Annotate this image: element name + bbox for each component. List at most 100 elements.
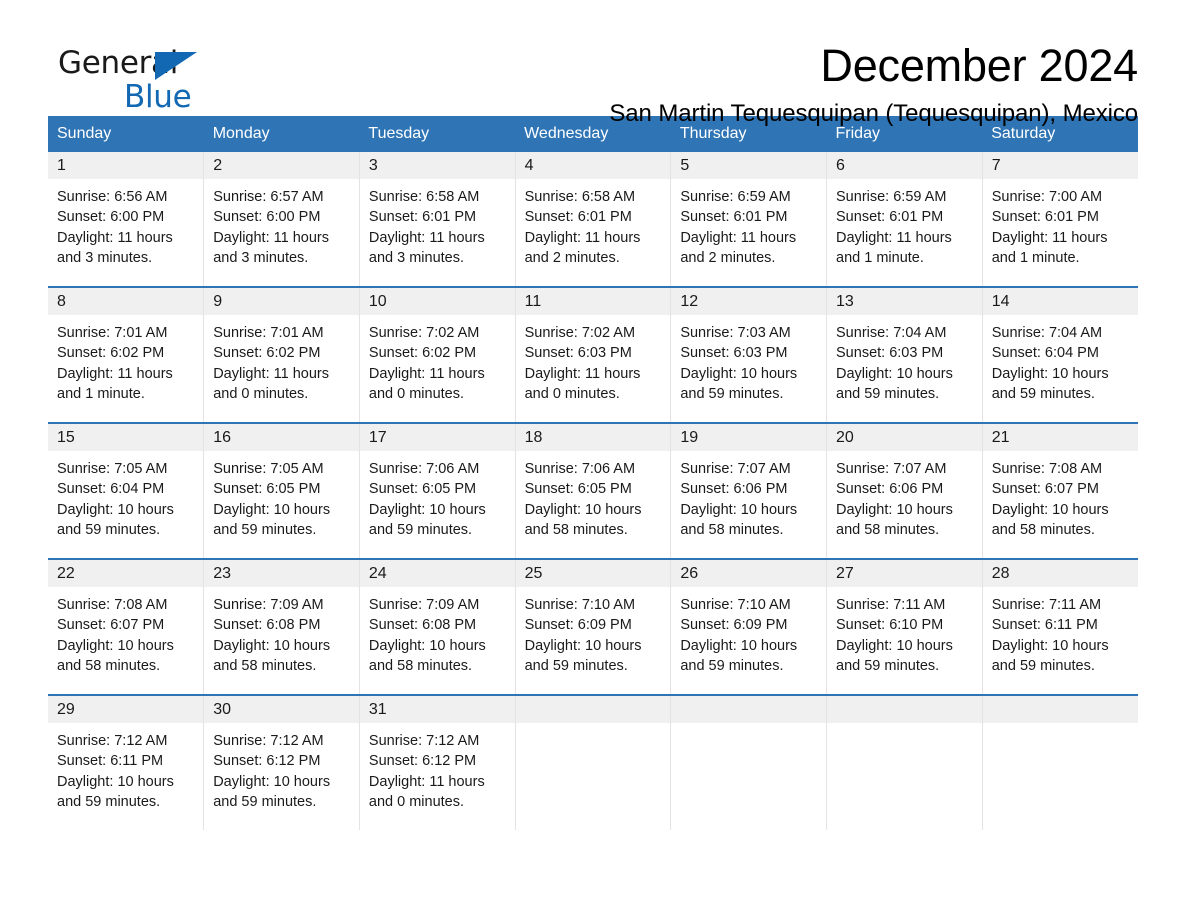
calendar-day-cell[interactable]: 25 Sunrise: 7:10 AM Sunset: 6:09 PM Dayligh…: [514, 558, 671, 695]
sunrise-time: Sunrise: 7:03 AM: [680, 325, 791, 341]
calendar-day-cell[interactable]: 24 Sunrise: 7:09 AM Sunset: 6:08 PM Dayligh…: [358, 558, 516, 695]
sunset-time: Sunset: 6:01 PM: [991, 209, 1099, 226]
sunrise-time: Sunrise: 7:11 AM: [836, 597, 946, 613]
sunrise-time: Sunrise: 7:12 AM: [213, 733, 324, 749]
calendar-day-cell[interactable]: 8 Sunrise: 7:01 AM Sunset: 6:02 PM Daylight…: [48, 286, 204, 423]
day-number: 16: [204, 424, 359, 451]
day-cell-body: Sunrise: 7:10 AM Sunset: 6:09 PM Daylight:…: [671, 587, 826, 676]
calendar-week-row: 8 Sunrise: 7:01 AM Sunset: 6:02 PM Daylight…: [48, 286, 1138, 423]
sunrise-time: Sunrise: 7:12 AM: [57, 733, 168, 749]
calendar-day-cell[interactable]: 2 Sunrise: 6:57 AM Sunset: 6:00 PM Daylight…: [203, 152, 360, 287]
day-cell-body: Sunrise: 7:03 AM Sunset: 6:03 PM Daylight:…: [671, 315, 826, 404]
calendar-day-cell[interactable]: 17 Sunrise: 7:06 AM Sunset: 6:05 PM Dayligh…: [358, 422, 516, 559]
sunrise-time: Sunrise: 7:09 AM: [368, 597, 480, 613]
day-cell-body: Sunrise: 7:07 AM Sunset: 6:06 PM Daylight:…: [827, 451, 982, 540]
calendar-day-cell[interactable]: 7 Sunrise: 7:00 AM Sunset: 6:01 PM Daylight…: [981, 152, 1138, 287]
calendar-week-row: 22 Sunrise: 7:08 AM Sunset: 6:07 PM Dayligh…: [48, 558, 1138, 695]
sunset-time: Sunset: 6:02 PM: [213, 345, 321, 362]
sunrise-time: Sunrise: 6:58 AM: [524, 189, 636, 205]
calendar-day-cell[interactable]: 11 Sunrise: 7:02 AM Sunset: 6:03 PM Dayligh…: [514, 286, 671, 423]
sunrise-time: Sunrise: 7:10 AM: [680, 597, 791, 613]
day-number: 28: [982, 560, 1138, 587]
sunrise-time: Sunrise: 7:05 AM: [213, 461, 324, 477]
calendar-day-cell[interactable]: 15 Sunrise: 7:05 AM Sunset: 6:04 PM Dayligh…: [48, 422, 204, 559]
day-cell-body: Sunrise: 7:04 AM Sunset: 6:04 PM Daylight:…: [983, 315, 1138, 404]
sunset-time: Sunset: 6:06 PM: [836, 481, 944, 498]
sunrise-time: Sunrise: 7:02 AM: [524, 325, 636, 341]
day-cell-body: Sunrise: 7:11 AM Sunset: 6:10 PM Daylight:…: [827, 587, 982, 676]
calendar-week-row: 1 Sunrise: 6:56 AM Sunset: 6:00 PM Daylight…: [48, 152, 1138, 287]
sunrise-time: Sunrise: 6:59 AM: [680, 189, 791, 205]
calendar-day-cell[interactable]: 3 Sunrise: 6:58 AM Sunset: 6:01 PM Daylight…: [358, 152, 516, 287]
calendar-day-cell[interactable]: 1 Sunrise: 6:56 AM Sunset: 6:00 PM Daylight…: [48, 152, 204, 287]
calendar-day-cell[interactable]: 13 Sunrise: 7:04 AM Sunset: 6:03 PM Dayligh…: [826, 286, 983, 423]
daylight-duration: Daylight: 10 hours and 59 minutes.: [680, 365, 798, 402]
sunset-time: Sunset: 6:12 PM: [213, 753, 321, 770]
sunset-time: Sunset: 6:02 PM: [368, 345, 477, 362]
calendar-day-cell[interactable]: 4 Sunrise: 6:58 AM Sunset: 6:01 PM Daylight…: [514, 152, 671, 287]
sunset-time: Sunset: 6:07 PM: [57, 617, 165, 634]
calendar-day-cell[interactable]: 6 Sunrise: 6:59 AM Sunset: 6:01 PM Daylight…: [826, 152, 983, 287]
daylight-duration: Daylight: 10 hours and 59 minutes.: [57, 501, 174, 538]
calendar-day-cell[interactable]: 18 Sunrise: 7:06 AM Sunset: 6:05 PM Dayligh…: [514, 422, 671, 559]
day-cell-body: Sunrise: 7:12 AM Sunset: 6:12 PM Daylight:…: [204, 723, 359, 812]
sunrise-time: Sunrise: 7:00 AM: [991, 189, 1103, 205]
day-cell-body: Sunrise: 7:12 AM Sunset: 6:12 PM Daylight:…: [360, 723, 515, 812]
day-number: 19: [671, 424, 827, 451]
calendar-day-cell-empty: [826, 694, 983, 830]
sunrise-time: Sunrise: 7:08 AM: [57, 597, 168, 613]
calendar-day-cell[interactable]: 16 Sunrise: 7:05 AM Sunset: 6:05 PM Dayligh…: [203, 422, 360, 559]
sunrise-time: Sunrise: 7:11 AM: [991, 597, 1102, 613]
day-number: [827, 696, 982, 723]
daylight-duration: Daylight: 10 hours and 58 minutes.: [836, 501, 953, 538]
daylight-duration: Daylight: 10 hours and 59 minutes.: [991, 637, 1109, 674]
sunset-time: Sunset: 6:11 PM: [991, 617, 1098, 634]
day-cell-body: Sunrise: 7:06 AM Sunset: 6:05 PM Daylight:…: [516, 451, 671, 540]
sunset-time: Sunset: 6:03 PM: [680, 345, 788, 362]
calendar-day-cell[interactable]: 10 Sunrise: 7:02 AM Sunset: 6:02 PM Dayligh…: [358, 286, 516, 423]
calendar-day-cell[interactable]: 29 Sunrise: 7:12 AM Sunset: 6:11 PM Dayligh…: [48, 694, 204, 830]
calendar-day-cell[interactable]: 23 Sunrise: 7:09 AM Sunset: 6:08 PM Dayligh…: [203, 558, 360, 695]
sunset-time: Sunset: 6:10 PM: [836, 617, 944, 634]
day-cell-body: Sunrise: 7:08 AM Sunset: 6:07 PM Daylight:…: [48, 587, 203, 676]
day-cell-body: Sunrise: 6:59 AM Sunset: 6:01 PM Daylight:…: [827, 179, 982, 268]
day-number: 12: [671, 288, 827, 315]
day-cell-body: Sunrise: 7:04 AM Sunset: 6:03 PM Daylight:…: [827, 315, 982, 404]
calendar-day-cell[interactable]: 31 Sunrise: 7:12 AM Sunset: 6:12 PM Dayligh…: [358, 694, 516, 830]
calendar-day-cell[interactable]: 12 Sunrise: 7:03 AM Sunset: 6:03 PM Dayligh…: [670, 286, 827, 423]
calendar-day-cell[interactable]: 19 Sunrise: 7:07 AM Sunset: 6:06 PM Dayligh…: [670, 422, 827, 559]
day-cell-body: Sunrise: 7:05 AM Sunset: 6:04 PM Daylight:…: [48, 451, 203, 540]
calendar-day-cell[interactable]: 26 Sunrise: 7:10 AM Sunset: 6:09 PM Dayligh…: [670, 558, 827, 695]
calendar-page: General Blue December 2024 San Martin Te…: [0, 0, 1188, 918]
day-cell-body: Sunrise: 7:01 AM Sunset: 6:02 PM Daylight:…: [48, 315, 203, 404]
sunset-time: Sunset: 6:06 PM: [680, 481, 788, 498]
calendar-day-cell[interactable]: 21 Sunrise: 7:08 AM Sunset: 6:07 PM Dayligh…: [981, 422, 1138, 559]
day-number: 4: [515, 152, 671, 179]
calendar-day-cell[interactable]: 30 Sunrise: 7:12 AM Sunset: 6:12 PM Dayligh…: [203, 694, 360, 830]
calendar-day-cell-empty: [981, 694, 1138, 830]
logo-triangle-icon: [155, 52, 197, 80]
day-number: 14: [982, 288, 1138, 315]
daylight-duration: Daylight: 10 hours and 59 minutes.: [213, 501, 331, 538]
calendar-day-cell[interactable]: 14 Sunrise: 7:04 AM Sunset: 6:04 PM Dayligh…: [981, 286, 1138, 423]
calendar-day-cell[interactable]: 27 Sunrise: 7:11 AM Sunset: 6:10 PM Dayligh…: [826, 558, 983, 695]
daylight-duration: Daylight: 10 hours and 59 minutes.: [991, 365, 1109, 402]
calendar-day-cell[interactable]: 9 Sunrise: 7:01 AM Sunset: 6:02 PM Daylight…: [203, 286, 360, 423]
sunset-time: Sunset: 6:09 PM: [680, 617, 788, 634]
sunset-time: Sunset: 6:05 PM: [524, 481, 632, 498]
logo-bottom-row: Blue: [58, 82, 248, 118]
daylight-duration: Daylight: 11 hours and 0 minutes.: [368, 773, 485, 810]
day-cell-body: Sunrise: 7:07 AM Sunset: 6:06 PM Daylight:…: [671, 451, 826, 540]
calendar-day-cell[interactable]: 20 Sunrise: 7:07 AM Sunset: 6:06 PM Dayligh…: [826, 422, 983, 559]
daylight-duration: Daylight: 11 hours and 0 minutes.: [524, 365, 641, 402]
calendar-body: 1 Sunrise: 6:56 AM Sunset: 6:00 PM Daylight…: [48, 152, 1138, 830]
day-number: 25: [515, 560, 671, 587]
sunset-time: Sunset: 6:00 PM: [57, 209, 165, 226]
calendar-day-cell[interactable]: 5 Sunrise: 6:59 AM Sunset: 6:01 PM Daylight…: [670, 152, 827, 287]
calendar-day-cell[interactable]: 28 Sunrise: 7:11 AM Sunset: 6:11 PM Dayligh…: [981, 558, 1138, 695]
calendar-day-cell[interactable]: 22 Sunrise: 7:08 AM Sunset: 6:07 PM Dayligh…: [48, 558, 204, 695]
day-number: [671, 696, 827, 723]
day-number: 13: [827, 288, 982, 315]
sunrise-time: Sunrise: 7:01 AM: [213, 325, 324, 341]
day-number: 11: [515, 288, 671, 315]
